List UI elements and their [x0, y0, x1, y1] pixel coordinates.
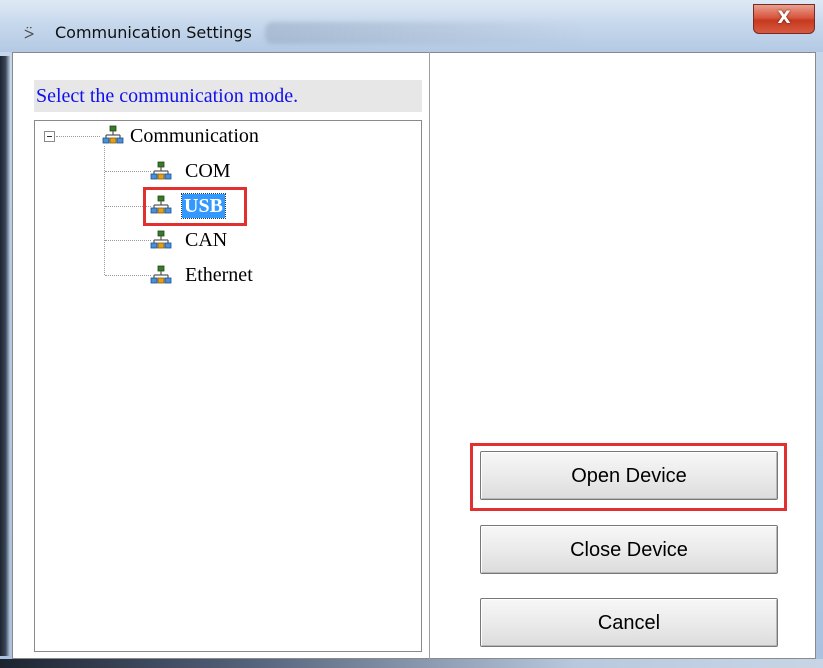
tree-connector — [105, 275, 151, 276]
tree-connector — [105, 171, 151, 172]
tree-item-usb[interactable]: USB — [181, 193, 226, 219]
close-device-button[interactable]: Close Device — [480, 525, 778, 574]
network-icon — [150, 230, 172, 249]
tree-connector — [105, 240, 151, 241]
close-icon: X — [777, 8, 791, 28]
tree-root-communication[interactable]: Communication — [130, 124, 259, 148]
tree-connector — [105, 206, 151, 207]
tree-item-com[interactable]: COM — [185, 159, 231, 183]
close-window-button[interactable]: X — [753, 4, 815, 34]
network-icon — [102, 125, 124, 144]
communication-tree[interactable] — [34, 120, 422, 652]
network-icon — [150, 161, 172, 180]
tree-item-ethernet[interactable]: Ethernet — [185, 263, 253, 287]
network-icon — [150, 195, 172, 214]
open-device-button[interactable]: Open Device — [480, 451, 778, 500]
network-icon — [150, 265, 172, 284]
tree-connector — [104, 146, 105, 275]
window-bottom-edge — [0, 659, 823, 668]
cancel-button[interactable]: Cancel — [480, 598, 778, 647]
usb-plug-icon: ⍩ — [24, 23, 35, 43]
mode-prompt: Select the communication mode. — [34, 80, 422, 112]
title-bar-blur — [265, 22, 585, 44]
window-left-edge — [0, 56, 10, 656]
tree-collapse-toggle[interactable] — [44, 131, 55, 142]
tree-item-can[interactable]: CAN — [185, 228, 227, 252]
window-title: Communication Settings — [55, 23, 252, 42]
tree-connector — [56, 136, 100, 137]
